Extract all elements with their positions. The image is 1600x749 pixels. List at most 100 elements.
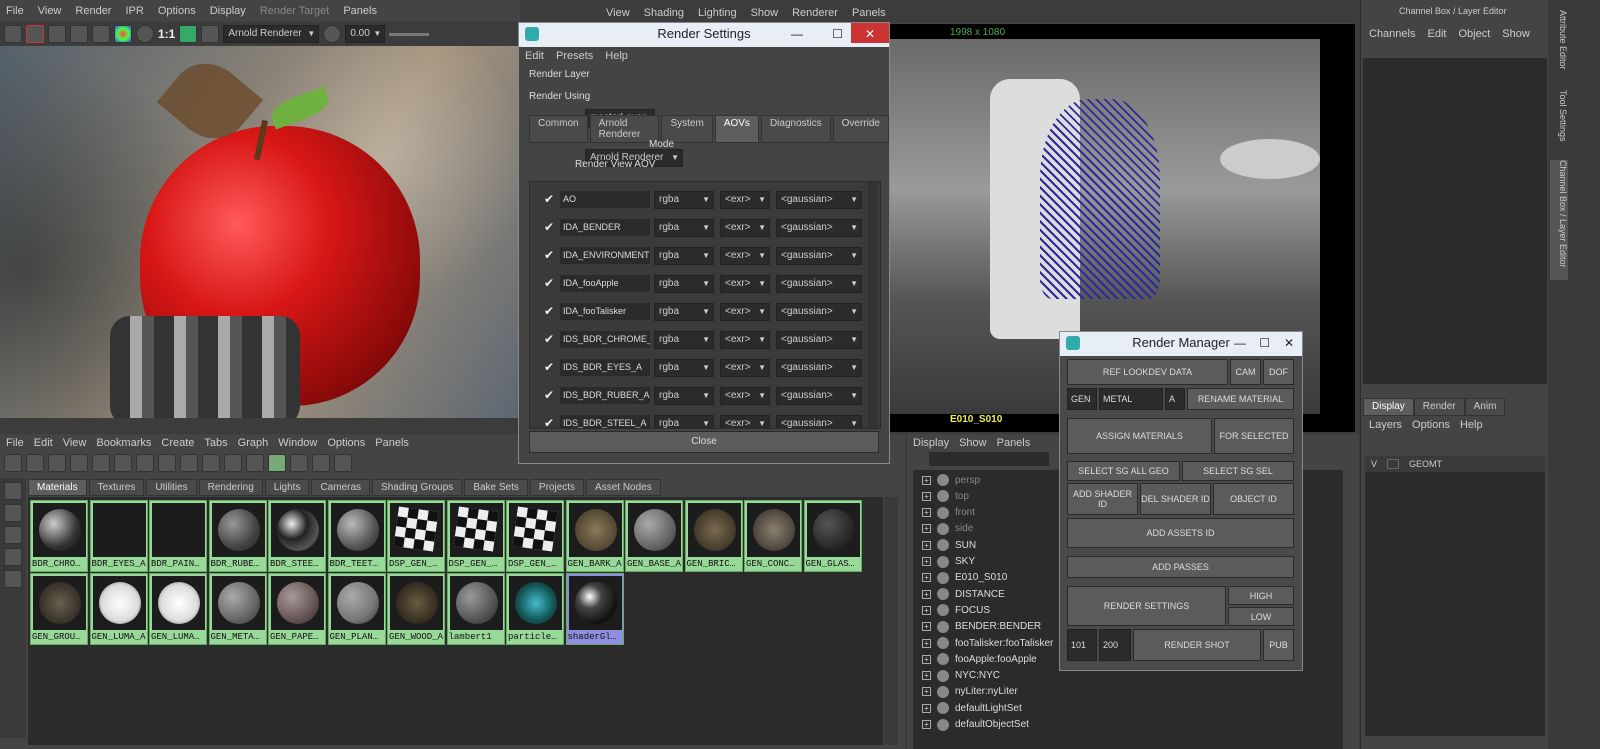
expand-icon[interactable]: + — [922, 524, 931, 534]
vp-menu-renderer[interactable]: Renderer — [792, 7, 838, 19]
menu-render[interactable]: Render — [75, 5, 111, 17]
maximize-icon[interactable]: ☐ — [1259, 332, 1270, 354]
hs-menu-options[interactable]: Options — [327, 437, 365, 449]
aov-filter-select[interactable]: <gaussian> — [776, 387, 862, 405]
outliner-item[interactable]: + SKY — [922, 554, 975, 570]
side-tool-5-icon[interactable] — [4, 570, 22, 588]
gen-field[interactable]: GEN — [1067, 388, 1097, 410]
outliner-item[interactable]: + fooTalisker:fooTalisker — [922, 635, 1053, 651]
tab-projects[interactable]: Projects — [529, 479, 585, 496]
material-swatch[interactable]: GEN_GLAS… — [803, 500, 862, 572]
render-manager-titlebar[interactable]: Render Manager — ☐ ✕ — [1060, 332, 1302, 356]
outliner-item[interactable]: + defaultObjectSet — [922, 717, 1029, 733]
outliner-item[interactable]: + side — [922, 521, 973, 537]
aov-driver-select[interactable]: <exr> — [720, 219, 770, 237]
aov-name-field[interactable]: IDS_BDR_CHROME_A — [560, 331, 650, 348]
expand-icon[interactable]: + — [922, 557, 931, 566]
cb-menu-edit[interactable]: Edit — [1427, 28, 1446, 40]
material-swatch[interactable]: GEN_BARK_A — [565, 500, 624, 572]
aov-row[interactable]: ✔ IDS_BDR_RUBER_Argba <exr> <gaussian> — [538, 384, 878, 406]
hs-menu-file[interactable]: File — [6, 437, 24, 449]
high-quality-button[interactable]: HIGH — [1228, 586, 1294, 605]
outliner-item[interactable]: + SUN — [922, 537, 976, 553]
graph-icon[interactable] — [4, 454, 22, 472]
material-swatch[interactable]: DSP_GEN_… — [446, 500, 505, 572]
side-tool-3-icon[interactable] — [4, 526, 22, 544]
aov-enabled-checkbox[interactable]: ✔ — [544, 389, 556, 401]
expand-icon[interactable]: + — [922, 638, 931, 648]
low-quality-button[interactable]: LOW — [1228, 607, 1294, 626]
aov-enabled-checkbox[interactable]: ✔ — [544, 305, 556, 317]
hs-menu-graph[interactable]: Graph — [238, 437, 269, 449]
assign-materials-button[interactable]: ASSIGN MATERIALS — [1067, 418, 1212, 454]
aov-filter-select[interactable]: <gaussian> — [776, 191, 862, 209]
menu-view[interactable]: View — [38, 5, 62, 17]
layer-menu-help[interactable]: Help — [1460, 419, 1483, 431]
snapshot-icon[interactable] — [48, 25, 66, 43]
aov-name-field[interactable]: IDA_fooTalisker — [560, 303, 650, 320]
tab-bake-sets[interactable]: Bake Sets — [464, 479, 528, 496]
material-swatch[interactable]: DSP_GEN_… — [506, 500, 564, 572]
layer-visibility[interactable]: V — [1371, 459, 1377, 469]
tab-anim[interactable]: Anim — [1464, 398, 1506, 416]
tab-diagnostics[interactable]: Diagnostics — [760, 115, 831, 143]
aov-driver-select[interactable]: <exr> — [720, 331, 770, 349]
display-icon[interactable] — [179, 25, 198, 43]
ol-menu-display[interactable]: Display — [913, 437, 949, 449]
aov-type-select[interactable]: rgba — [654, 247, 714, 265]
aov-row[interactable]: ✔ IDS_BDR_STEEL_A rgba <exr> <gaussian> — [538, 412, 878, 428]
material-swatch[interactable]: BDR_STEE… — [268, 500, 326, 572]
cb-menu-show[interactable]: Show — [1502, 28, 1530, 40]
layer-row[interactable]: V GEOMT — [1365, 456, 1545, 472]
aov-filter-select[interactable]: <gaussian> — [776, 331, 862, 349]
ipr-icon[interactable] — [70, 25, 88, 43]
aov-driver-select[interactable]: <exr> — [720, 191, 770, 209]
aov-enabled-checkbox[interactable]: ✔ — [544, 221, 556, 233]
vp-menu-shading[interactable]: Shading — [644, 7, 684, 19]
material-swatch[interactable]: GEN_CONC… — [744, 500, 802, 572]
outliner-filter[interactable] — [929, 452, 1049, 466]
aov-filter-select[interactable]: <gaussian> — [776, 247, 862, 265]
hs-menu-tabs[interactable]: Tabs — [204, 437, 227, 449]
vp-menu-view[interactable]: View — [606, 7, 630, 19]
start-frame-field[interactable]: 101 — [1067, 629, 1097, 661]
maximize-icon[interactable]: ☐ — [832, 23, 843, 45]
material-swatch[interactable]: GEN_BASE_A — [625, 500, 683, 572]
aov-filter-select[interactable]: <gaussian> — [776, 359, 862, 377]
target-icon[interactable] — [312, 454, 330, 472]
ratio-label[interactable]: 1:1 — [158, 27, 175, 41]
outliner-item[interactable]: + defaultLightSet — [922, 700, 1022, 716]
ref-lookdev-data-button[interactable]: REF LOOKDEV DATA — [1067, 359, 1228, 385]
renderer-select[interactable]: Arnold Renderer — [223, 25, 320, 43]
layer-color-swatch[interactable] — [1387, 459, 1400, 469]
render-shot-button[interactable]: RENDER SHOT — [1133, 629, 1261, 661]
aov-row[interactable]: ✔ IDA_BENDERrgba <exr> <gaussian> — [538, 216, 878, 238]
vp-menu-show[interactable]: Show — [751, 7, 779, 19]
outliner-item[interactable]: + FOCUS — [922, 602, 990, 618]
tab-aovs[interactable]: AOVs — [714, 115, 759, 143]
camera-icon[interactable] — [201, 25, 220, 43]
aov-driver-select[interactable]: <exr> — [720, 303, 770, 321]
tab-utilities[interactable]: Utilities — [146, 479, 197, 496]
metal-field[interactable]: METAL — [1099, 388, 1163, 410]
layout-bottom-icon[interactable] — [48, 454, 66, 472]
tab-materials[interactable]: Materials — [28, 479, 87, 496]
variant-field[interactable]: A — [1165, 388, 1185, 410]
material-swatch[interactable]: DSP_GEN_… — [387, 500, 445, 572]
cam-button[interactable]: CAM — [1230, 359, 1261, 385]
outliner-item[interactable]: + NYC:NYC — [922, 668, 1000, 684]
material-swatch[interactable]: BDR_TEET… — [327, 500, 386, 572]
add-shader-id-button[interactable]: ADD SHADER ID — [1067, 483, 1138, 515]
ol-menu-panels[interactable]: Panels — [997, 437, 1031, 449]
aov-name-field[interactable]: IDS_BDR_STEEL_A — [560, 415, 650, 428]
tab-display[interactable]: Display — [1363, 398, 1414, 416]
aov-enabled-checkbox[interactable]: ✔ — [544, 277, 556, 289]
aov-row[interactable]: ✔ IDA_fooApplergba <exr> <gaussian> — [538, 272, 878, 294]
minimize-icon[interactable]: — — [791, 23, 803, 45]
render-region-icon[interactable] — [26, 25, 44, 43]
layer-name[interactable]: GEOMT — [1409, 459, 1442, 469]
tab-rendering[interactable]: Rendering — [198, 479, 263, 496]
outliner-item[interactable]: + BENDER:BENDER — [922, 619, 1041, 635]
tab-common[interactable]: Common — [529, 115, 588, 143]
open-image-icon[interactable] — [4, 25, 22, 43]
